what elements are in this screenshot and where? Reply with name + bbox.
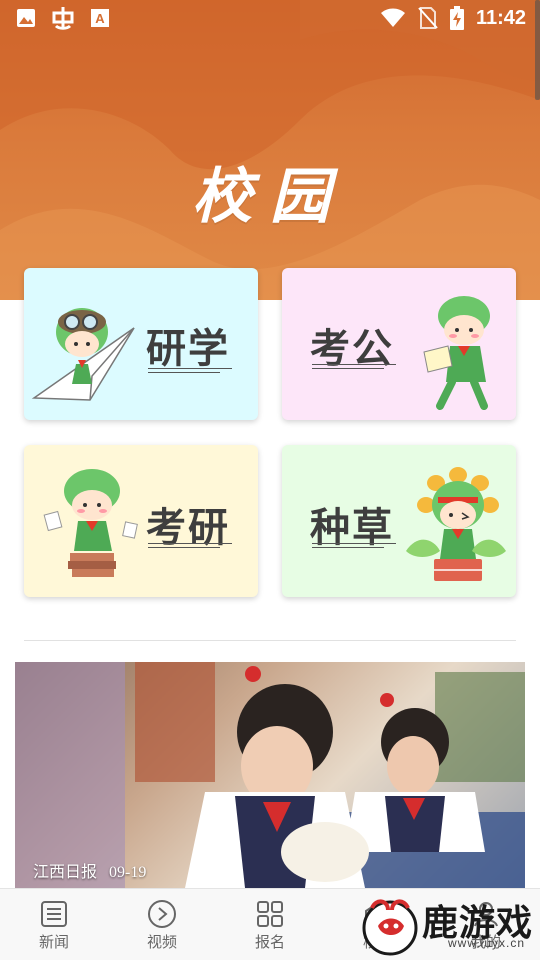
news-source: 江西日报 — [33, 864, 98, 881]
card-kaogong[interactable]: 考公 — [282, 268, 516, 420]
no-sim-icon — [418, 7, 438, 29]
bug-icon — [52, 7, 74, 30]
play-circle-icon — [148, 900, 176, 928]
card-kaoyan-underline-2 — [148, 547, 220, 548]
watermark: 鹿游戏 www.luyx.cn — [358, 892, 540, 958]
svg-text:A: A — [95, 11, 105, 26]
card-yanxue-label: 研学 — [146, 327, 230, 371]
page-title: 校园 — [192, 163, 348, 230]
list-icon — [41, 901, 67, 927]
boy-on-paper-plane-illustration — [31, 308, 135, 401]
section-divider — [24, 640, 516, 641]
card-zhongcao-underline-2 — [312, 547, 384, 548]
card-kaogong-label: 考公 — [310, 327, 394, 371]
boy-with-sunflower-illustration — [406, 467, 506, 581]
nav-item-signup[interactable]: 报名 — [235, 899, 305, 952]
card-zhongcao[interactable]: 种草 — [282, 445, 516, 597]
card-zhongcao-underline — [312, 543, 396, 544]
nav-label-video: 视频 — [146, 935, 177, 951]
card-yanxue-underline — [148, 368, 232, 369]
nav-label-signup: 报名 — [254, 935, 285, 951]
news-card[interactable]: 江西日报 09-19 — [15, 662, 525, 888]
card-yanxue[interactable]: 研学 — [24, 268, 258, 420]
app-screen: A 11:42 校园 研学 考公 考研 种草 江西日报 09-19 新闻 视频 … — [0, 0, 540, 960]
card-zhongcao-label: 种草 — [310, 506, 394, 550]
deer-logo-icon — [362, 899, 418, 956]
news-date: 09-19 — [109, 864, 147, 881]
news-caption: 江西日报 09-19 — [33, 858, 158, 882]
card-kaoyan-underline — [148, 543, 232, 544]
watermark-url: www.luyx.cn — [448, 936, 526, 950]
nav-item-video[interactable]: 视频 — [127, 899, 197, 952]
card-kaogong-underline-2 — [312, 368, 384, 369]
card-kaoyan[interactable]: 考研 — [24, 445, 258, 597]
battery-charging-icon — [449, 6, 464, 30]
news-photo — [15, 662, 525, 888]
grid-icon — [257, 901, 283, 927]
header-banner: A 11:42 校园 — [0, 0, 540, 300]
status-time: 11:42 — [475, 6, 526, 29]
status-bar: A 11:42 — [0, 0, 540, 36]
card-kaoyan-label: 考研 — [146, 506, 230, 550]
nav-label-news: 新闻 — [38, 935, 69, 951]
image-icon — [17, 9, 35, 27]
wifi-icon — [380, 8, 405, 27]
boy-reading-book-illustration — [423, 296, 490, 410]
nav-item-news[interactable]: 新闻 — [19, 899, 89, 952]
text-icon: A — [91, 9, 109, 27]
boy-sitting-on-books-illustration — [43, 469, 138, 577]
scrollbar-thumb[interactable] — [535, 0, 540, 100]
card-kaogong-underline — [312, 364, 396, 365]
card-yanxue-underline-2 — [148, 372, 220, 373]
